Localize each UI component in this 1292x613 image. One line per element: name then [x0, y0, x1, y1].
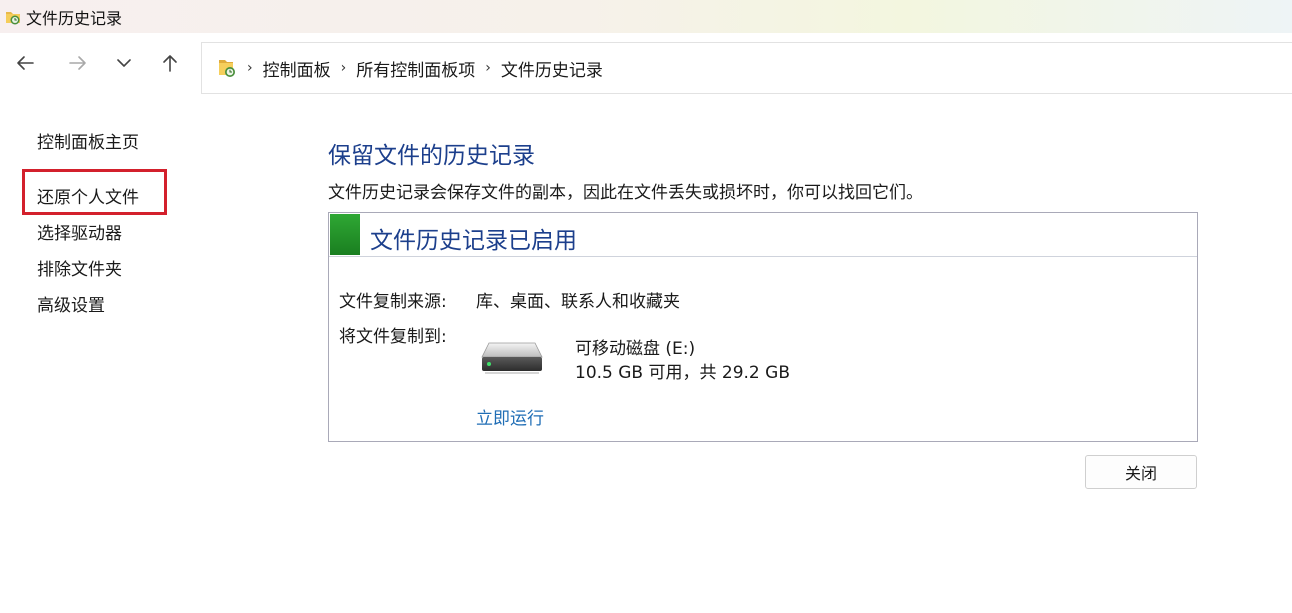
removable-drive-icon — [479, 337, 545, 377]
up-button[interactable] — [154, 47, 186, 79]
sidebar-item-advanced-settings[interactable]: 高级设置 — [37, 291, 105, 316]
left-navigation-pane: 控制面板主页 还原个人文件 选择驱动器 排除文件夹 高级设置 — [0, 95, 290, 613]
run-now-link[interactable]: 立即运行 — [476, 404, 544, 429]
arrow-left-icon — [17, 56, 34, 70]
recent-locations-button[interactable] — [108, 47, 140, 79]
sidebar-item-exclude-folders[interactable]: 排除文件夹 — [37, 255, 122, 280]
target-label: 将文件复制到: — [339, 327, 447, 347]
forward-button[interactable] — [62, 47, 94, 79]
address-bar[interactable]: › 控制面板 › 所有控制面板项 › 文件历史记录 — [201, 42, 1292, 94]
close-button[interactable]: 关闭 — [1085, 455, 1197, 489]
status-header: 文件历史记录已启用 — [329, 213, 1197, 257]
file-history-icon — [4, 8, 22, 26]
file-history-window: 文件历史记录 › 控制面板 › 所有控制面板项 › 文件历史记录 控制面板主页 … — [0, 0, 1292, 613]
chevron-down-icon — [117, 59, 131, 67]
sidebar-item-control-panel-home[interactable]: 控制面板主页 — [37, 128, 139, 153]
breadcrumb-separator: › — [485, 60, 491, 76]
drive-space: 10.5 GB 可用，共 29.2 GB — [575, 363, 790, 383]
breadcrumb-separator: › — [247, 60, 253, 76]
source-label: 文件复制来源: — [339, 292, 447, 312]
back-button[interactable] — [9, 47, 41, 79]
drive-name: 可移动磁盘 (E:) — [575, 339, 696, 359]
breadcrumb-file-history[interactable]: 文件历史记录 — [501, 56, 603, 81]
arrow-up-icon — [163, 55, 177, 72]
file-history-status-panel: 文件历史记录已启用 文件复制来源: 库、桌面、联系人和收藏夹 将文件复制到: 可… — [328, 212, 1198, 442]
sidebar-item-select-drive[interactable]: 选择驱动器 — [37, 219, 122, 244]
breadcrumb-control-panel[interactable]: 控制面板 — [263, 56, 331, 81]
navigation-bar: › 控制面板 › 所有控制面板项 › 文件历史记录 — [0, 33, 1292, 95]
file-history-folder-icon — [217, 57, 237, 79]
source-value: 库、桌面、联系人和收藏夹 — [476, 292, 680, 312]
window-title: 文件历史记录 — [26, 8, 123, 28]
page-title: 保留文件的历史记录 — [328, 143, 535, 169]
arrow-right-icon — [69, 56, 86, 70]
breadcrumb-separator: › — [340, 60, 347, 76]
breadcrumb-all-items[interactable]: 所有控制面板项 — [356, 56, 475, 81]
page-description: 文件历史记录会保存文件的副本，因此在文件丢失或损坏时，你可以找回它们。 — [328, 183, 923, 203]
status-indicator — [330, 214, 360, 255]
status-title: 文件历史记录已启用 — [370, 228, 577, 254]
sidebar-item-restore-personal-files[interactable]: 还原个人文件 — [37, 183, 139, 208]
title-bar: 文件历史记录 — [0, 0, 1292, 33]
